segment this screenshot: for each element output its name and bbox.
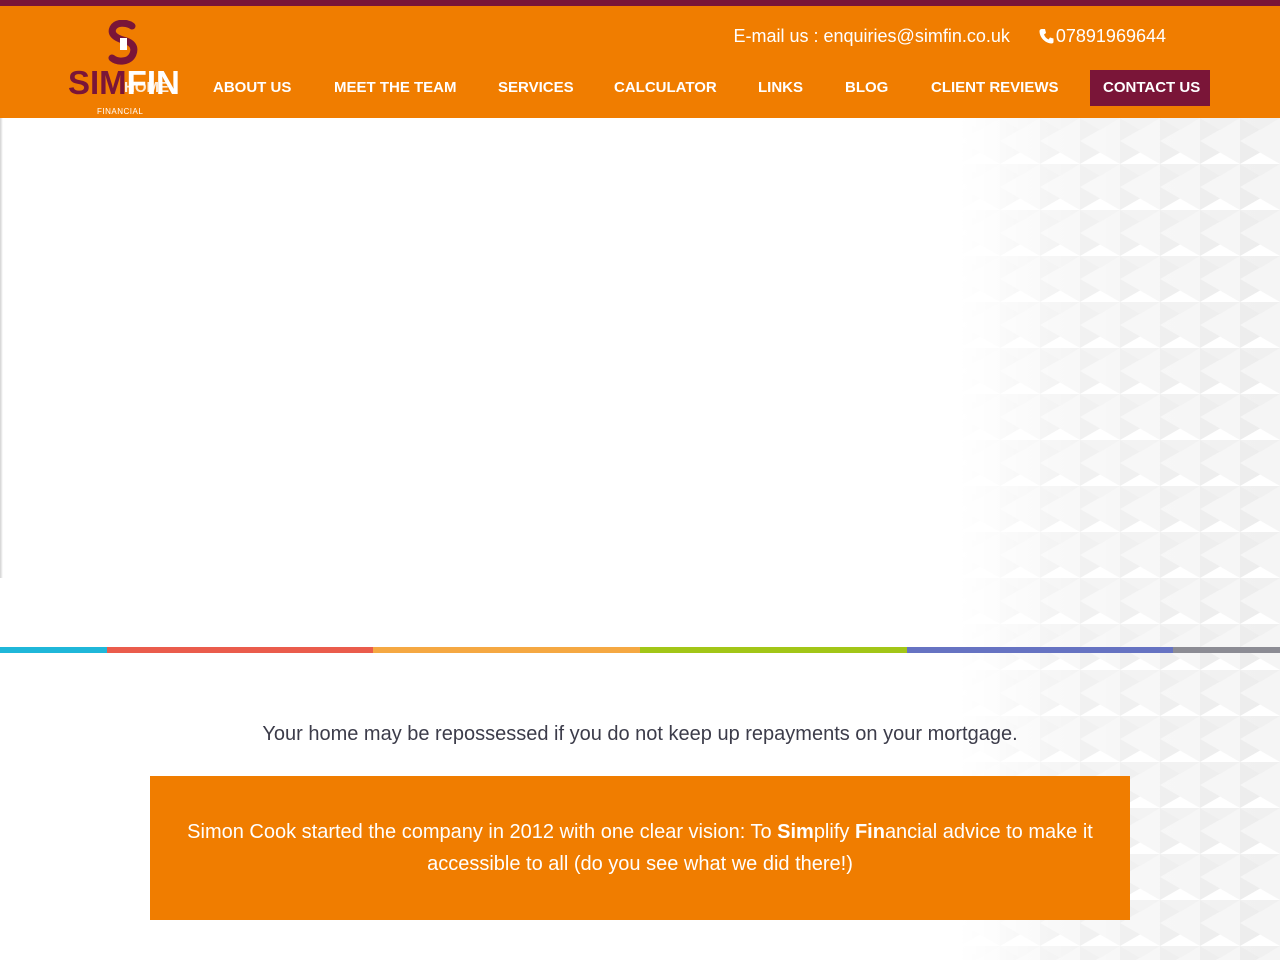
mortgage-disclaimer: Your home may be repossessed if you do n… — [262, 723, 1018, 745]
nav-item-blog[interactable]: BLOG — [845, 70, 888, 106]
contact-us-button[interactable]: CONTACT US — [1090, 70, 1210, 106]
site-header: SIMFIN FINANCIAL E-mail us : enquiries@s… — [0, 6, 1280, 118]
nav-item-home[interactable]: HOME — [124, 70, 169, 106]
nav-item-client-reviews[interactable]: CLIENT REVIEWS — [931, 70, 1059, 106]
main-nav: HOME ABOUT US MEET THE TEAM SERVICES CAL… — [0, 70, 1280, 106]
vision-fin-emphasis: Fin — [854, 821, 885, 843]
nav-item-meet-the-team[interactable]: MEET THE TEAM — [334, 70, 457, 106]
vision-text-part: plify — [813, 821, 855, 843]
triangle-pattern-decoration — [960, 118, 1280, 648]
logo-subtitle: FINANCIAL — [97, 107, 144, 116]
nav-item-about-us[interactable]: ABOUT US — [213, 70, 291, 106]
nav-item-calculator[interactable]: CALCULATOR — [614, 70, 717, 106]
vision-text-part: Simon Cook started the company in 2012 w… — [187, 821, 778, 843]
phone-link[interactable]: 07891969644 — [1056, 26, 1166, 46]
vision-sim-emphasis: Sim — [777, 821, 814, 843]
phone-icon — [1039, 28, 1054, 49]
vision-statement: Simon Cook started the company in 2012 w… — [180, 816, 1100, 880]
nav-item-services[interactable]: SERVICES — [498, 70, 574, 106]
nav-item-links[interactable]: LINKS — [758, 70, 803, 106]
vision-panel: Simon Cook started the company in 2012 w… — [150, 776, 1130, 920]
hero-banner — [0, 118, 1280, 648]
email-link[interactable]: E-mail us : enquiries@simfin.co.uk — [733, 26, 1009, 46]
hero-shadow-edge — [0, 118, 3, 578]
header-contact: E-mail us : enquiries@simfin.co.uk 07891… — [733, 26, 1166, 49]
logo-s-mark-icon — [108, 20, 138, 65]
